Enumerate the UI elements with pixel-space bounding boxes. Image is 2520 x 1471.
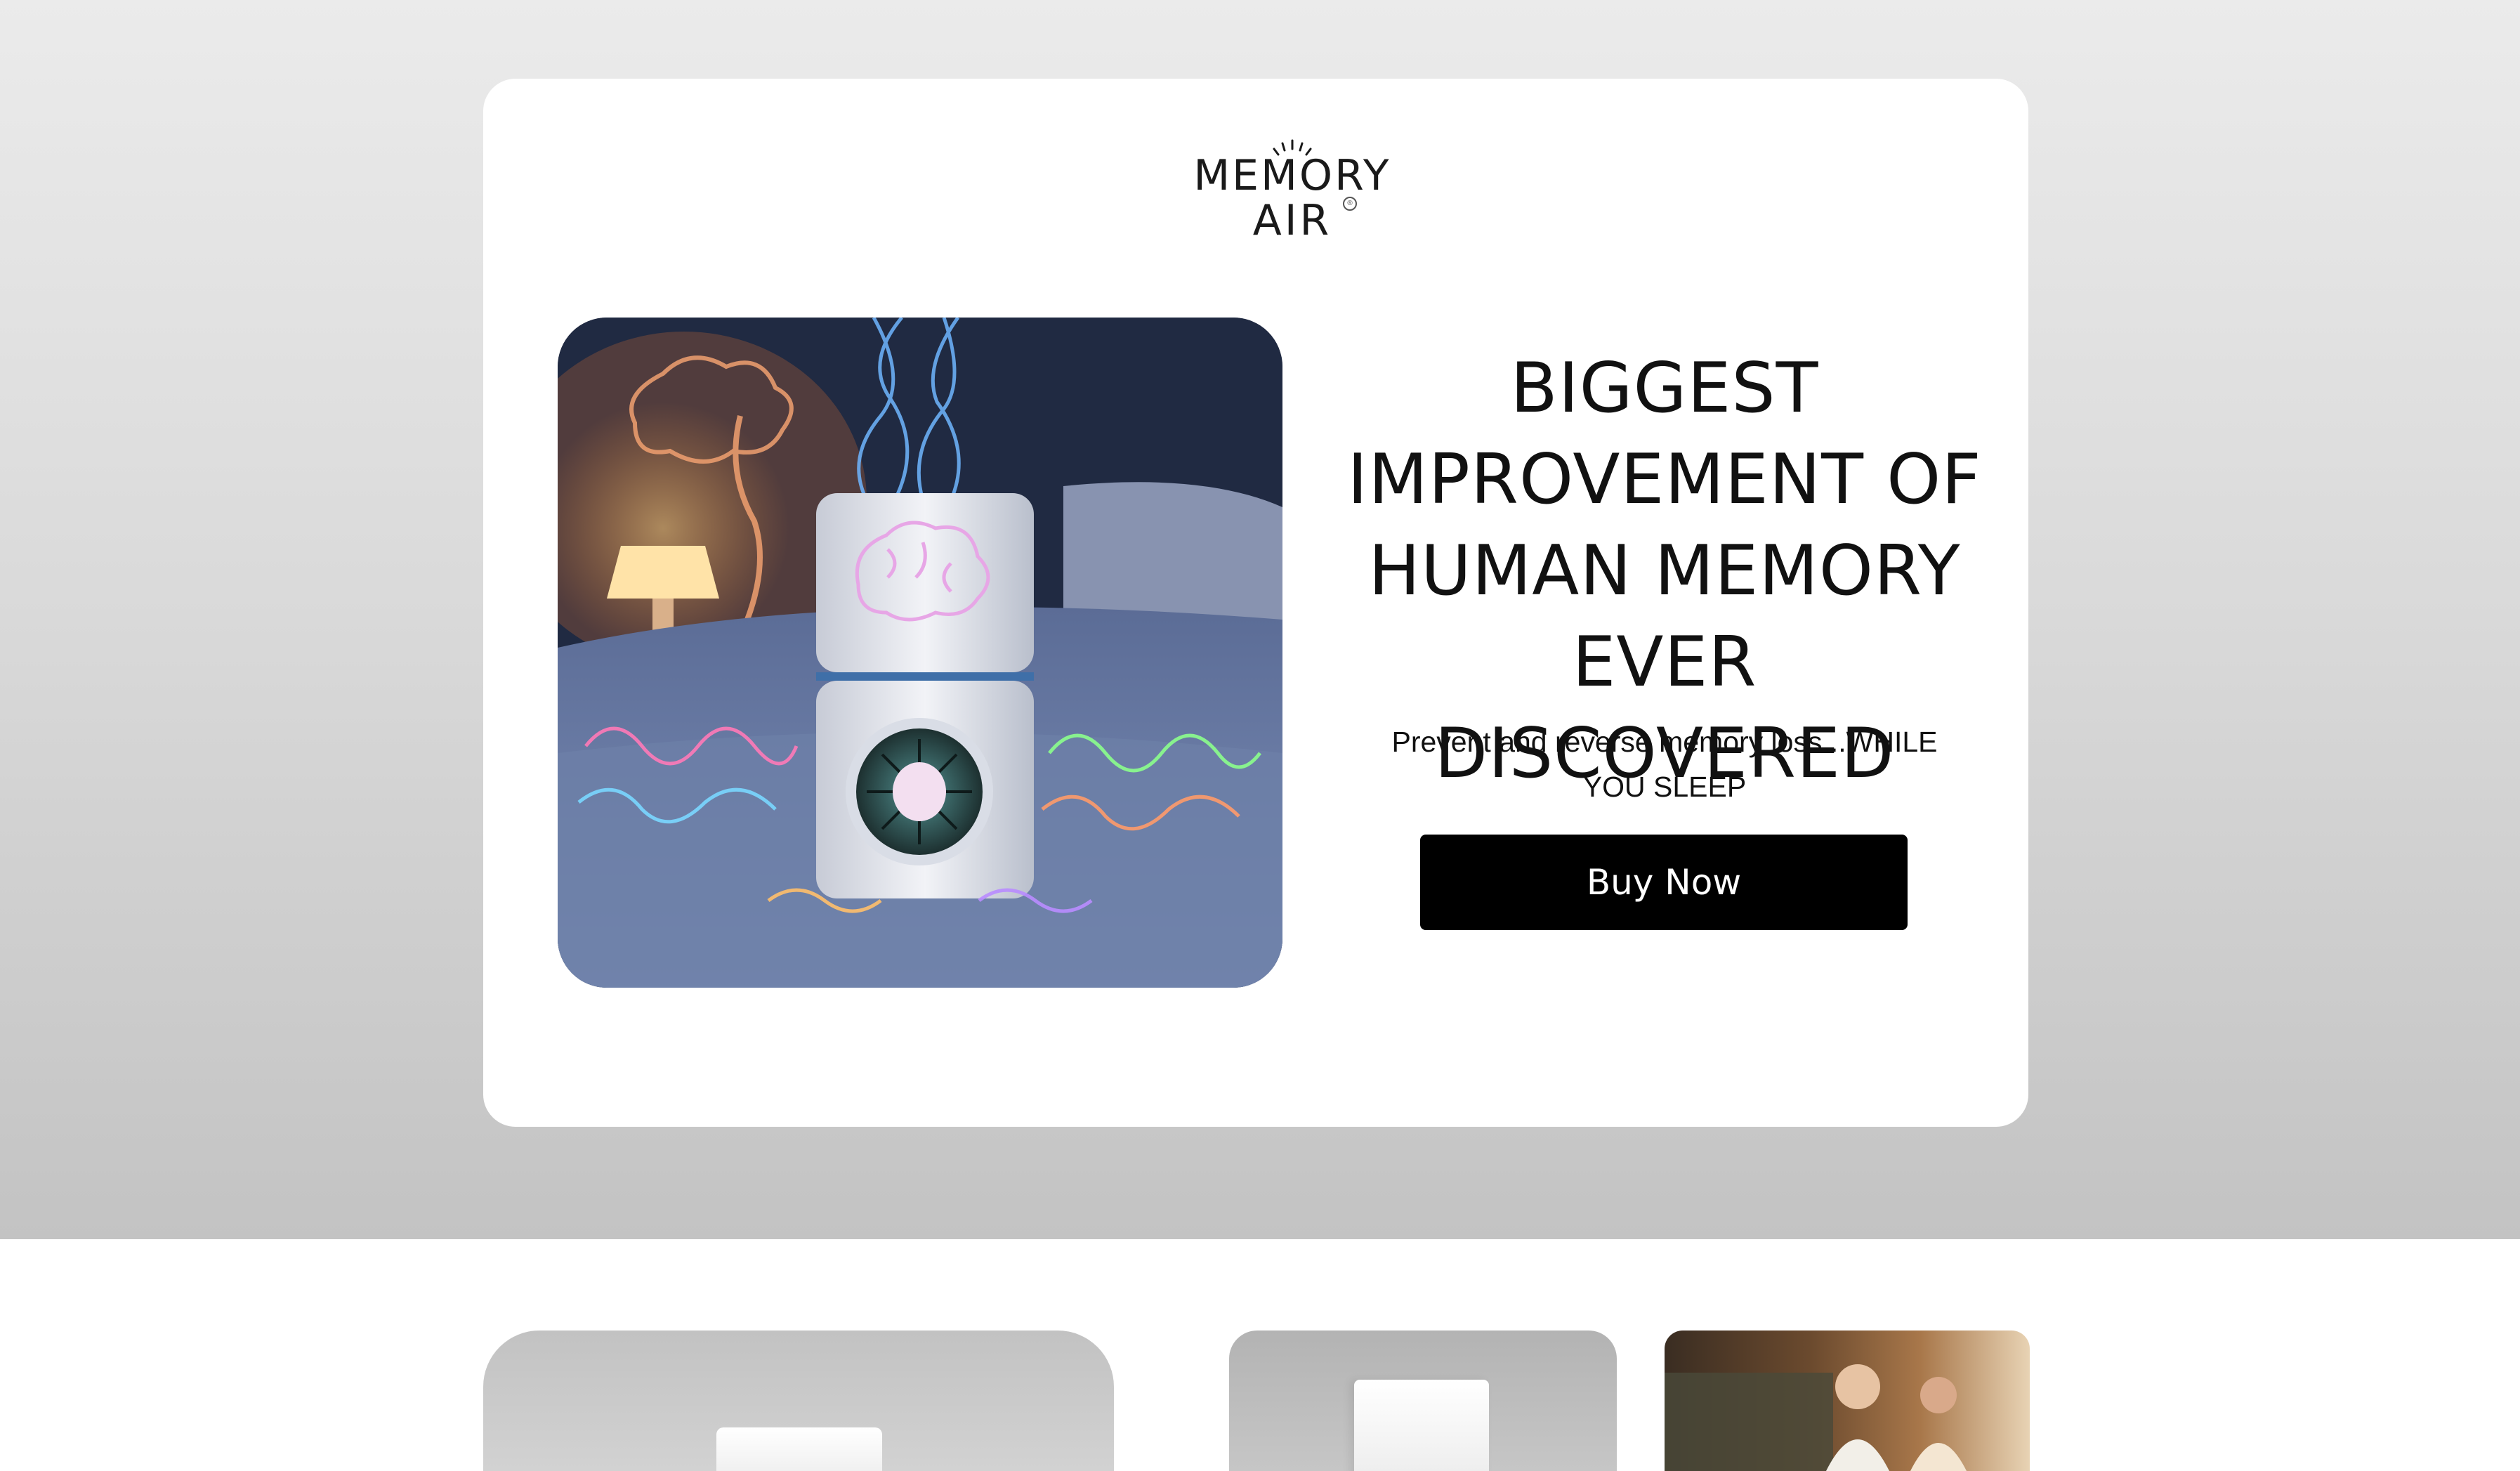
hero-illustration xyxy=(558,318,1282,988)
logo-word-air: AIR xyxy=(1252,196,1332,245)
product-device-shape xyxy=(1354,1380,1489,1471)
product-photo-close-up xyxy=(1229,1331,1617,1471)
registered-mark: ® xyxy=(1343,197,1357,211)
hero-subheadline: Prevent and reverse memory loss...WHILE … xyxy=(1391,726,1938,803)
product-photo-gray-background xyxy=(483,1331,1114,1471)
couple-illustration xyxy=(1665,1364,1967,1471)
hero-product-image xyxy=(558,318,1282,988)
product-device-shape xyxy=(716,1427,882,1471)
logo-word-memory: MEMORY xyxy=(1193,151,1391,200)
buy-now-button[interactable]: Buy Now xyxy=(1420,835,1908,930)
elderly-couple-bedroom-photo xyxy=(1665,1331,2030,1471)
brand-logo[interactable]: MEMORY AIR ® xyxy=(1187,138,1398,245)
